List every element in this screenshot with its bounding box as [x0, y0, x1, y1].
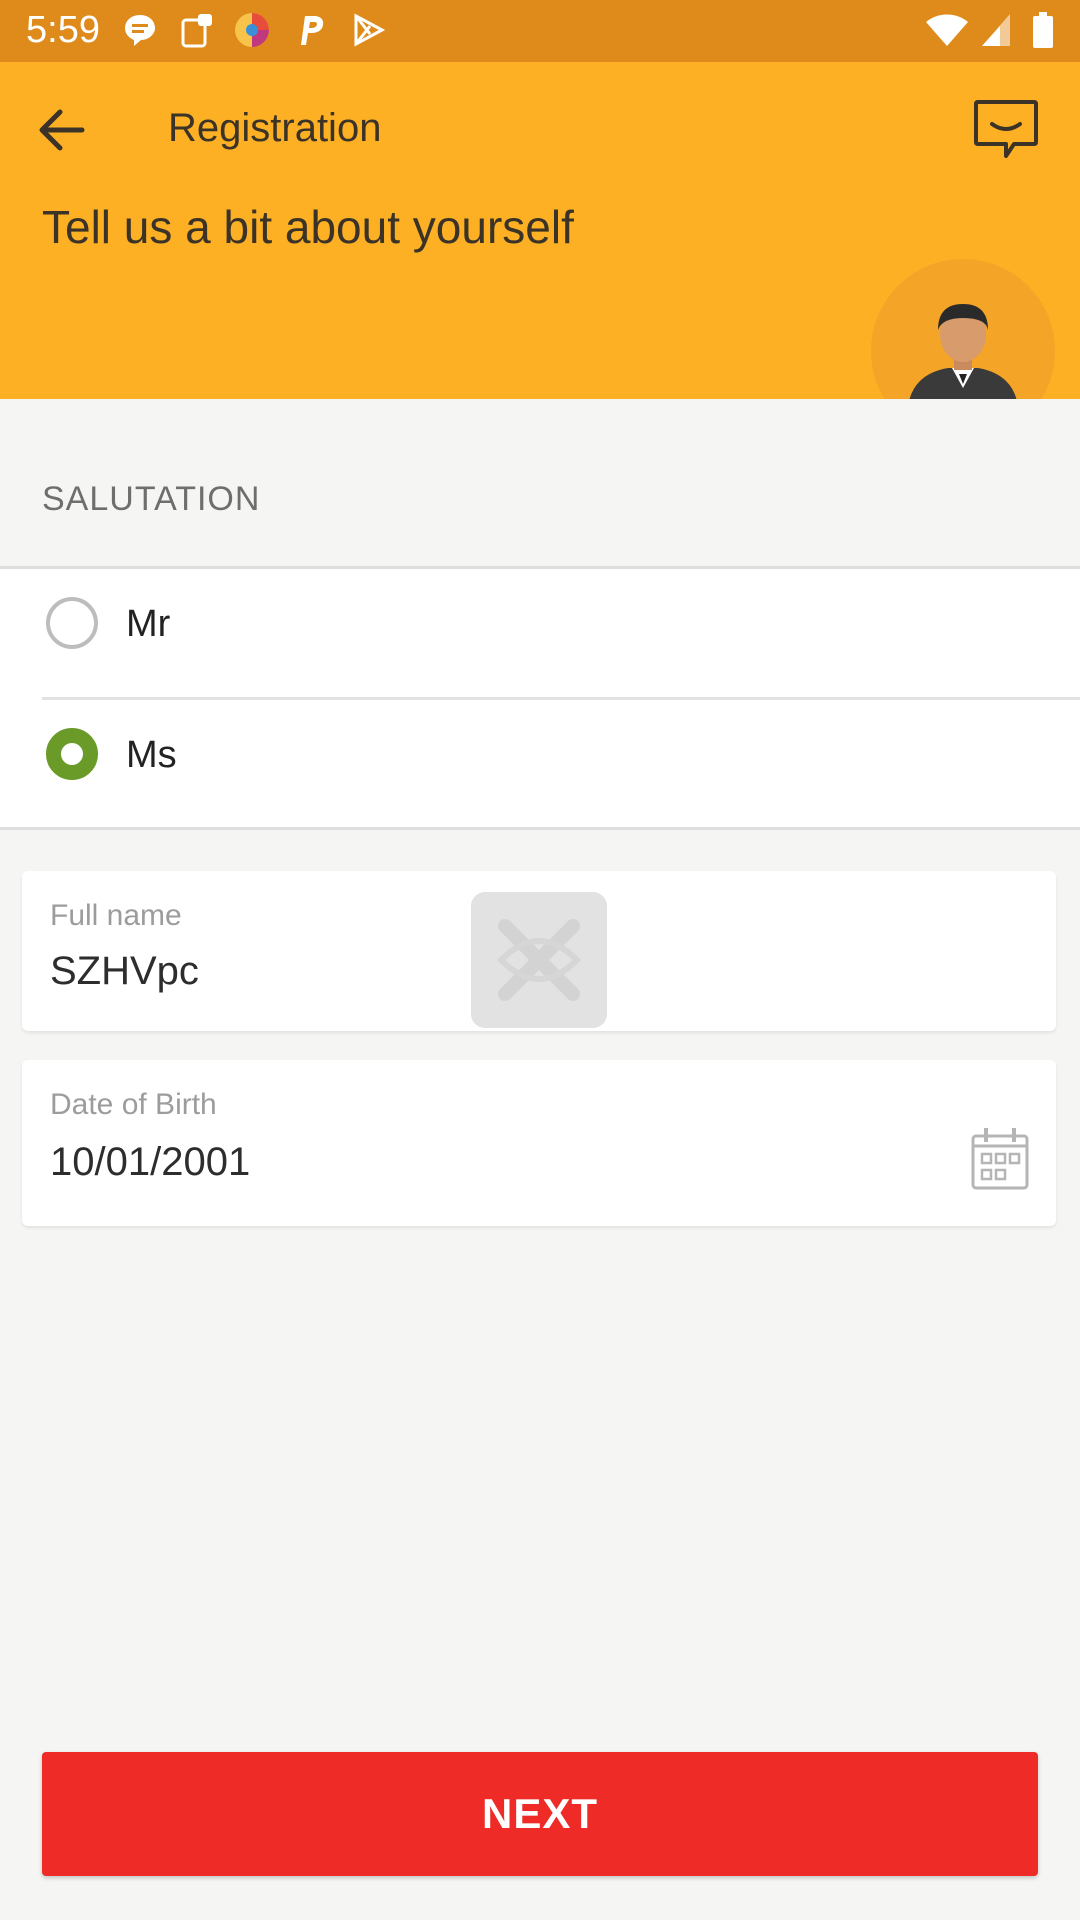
- radio-option-mr[interactable]: Mr: [0, 569, 1080, 677]
- salutation-radio-group: Mr Ms: [0, 566, 1080, 830]
- page-title: Registration: [168, 106, 382, 150]
- page-heading: Tell us a bit about yourself: [42, 201, 574, 253]
- message-icon: [125, 15, 155, 46]
- full-name-caption: Full name: [50, 899, 182, 932]
- radio-option-ms[interactable]: Ms: [0, 700, 1080, 808]
- app-header: Registration Tell us a bit about yoursel…: [0, 62, 1080, 399]
- next-button[interactable]: NEXT: [42, 1752, 1038, 1876]
- calendar-icon[interactable]: [970, 1126, 1030, 1192]
- avatar: [871, 259, 1055, 399]
- radio-ms-label: Ms: [126, 734, 177, 776]
- full-name-value[interactable]: SZHVpc: [50, 949, 199, 994]
- radio-ms[interactable]: [46, 728, 98, 780]
- play-store-icon: [354, 13, 386, 47]
- parking-icon: [301, 16, 324, 45]
- date-of-birth-field[interactable]: Date of Birth 10/01/2001: [22, 1060, 1056, 1226]
- browser-icon: [235, 13, 269, 47]
- signal-icon: [982, 14, 1010, 46]
- dob-caption: Date of Birth: [50, 1088, 217, 1121]
- wifi-icon: [926, 14, 968, 46]
- arrow-left-icon[interactable]: [34, 102, 90, 158]
- overlay-placeholder: [471, 892, 607, 1028]
- close-icon: [496, 919, 582, 1001]
- dob-value[interactable]: 10/01/2001: [50, 1140, 250, 1185]
- radio-mr[interactable]: [46, 597, 98, 649]
- salutation-label: SALUTATION: [42, 480, 261, 518]
- clipboard-icon: [181, 14, 212, 48]
- status-time: 5:59: [26, 9, 100, 51]
- battery-icon: [1033, 12, 1053, 48]
- status-bar: 5:59: [0, 0, 1080, 62]
- chat-icon[interactable]: [972, 98, 1040, 162]
- radio-mr-label: Mr: [126, 603, 171, 645]
